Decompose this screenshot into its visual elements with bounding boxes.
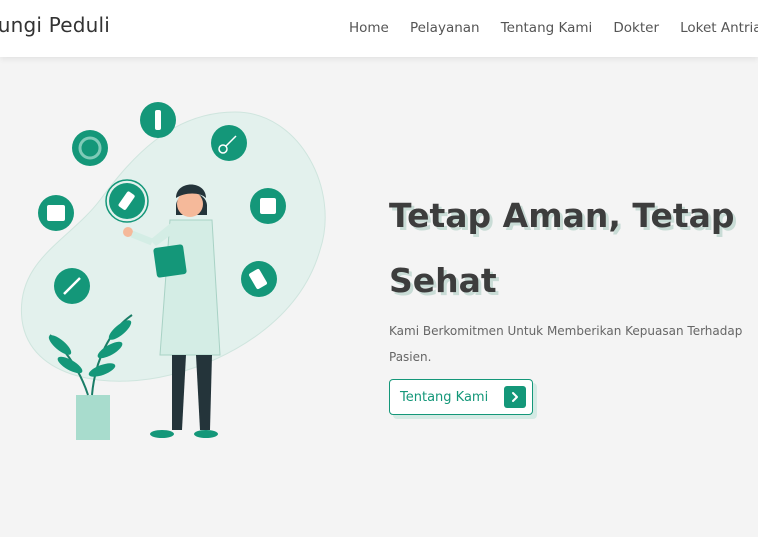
nav-menu: Home Pelayanan Tentang Kami Dokter Loket… xyxy=(349,17,758,36)
hero-subtitle-line1: Kami Berkomitmen Untuk Memberikan Kepuas… xyxy=(389,324,743,338)
bandage-icon xyxy=(250,188,286,224)
syringe-icon xyxy=(140,102,176,138)
hero-title-line2: Sehat xyxy=(389,261,497,300)
scissors-icon xyxy=(211,125,247,161)
hero-subtitle: Kami Berkomitmen Untuk Memberikan Kepuas… xyxy=(389,318,758,370)
vial-icon xyxy=(105,179,149,223)
nav-item-home[interactable]: Home xyxy=(349,20,389,36)
nav-item-dokter[interactable]: Dokter xyxy=(613,20,659,36)
cta-label: Tentang Kami xyxy=(400,389,489,405)
doctor-illustration xyxy=(20,102,326,440)
tablets-icon xyxy=(241,261,277,297)
hero-subtitle-line2: Pasien. xyxy=(389,350,432,364)
calendar-icon xyxy=(38,195,74,231)
hero-title-line1: Tetap Aman, Tetap xyxy=(389,196,735,235)
thermometer-icon xyxy=(54,268,90,304)
nav-item-pelayanan[interactable]: Pelayanan xyxy=(410,20,480,36)
navbar: lungi Peduli Home Pelayanan Tentang Kami… xyxy=(0,0,758,57)
brand-name[interactable]: lungi Peduli xyxy=(0,13,110,37)
tentang-kami-button[interactable]: Tentang Kami xyxy=(389,379,533,415)
chevron-right-icon xyxy=(504,386,526,408)
pill-icon xyxy=(72,130,108,166)
nav-item-tentang-kami[interactable]: Tentang Kami xyxy=(501,20,593,36)
hero-title: Tetap Aman, Tetap Sehat xyxy=(389,183,758,313)
nav-item-loket-antrian[interactable]: Loket Antrian xyxy=(680,20,758,36)
